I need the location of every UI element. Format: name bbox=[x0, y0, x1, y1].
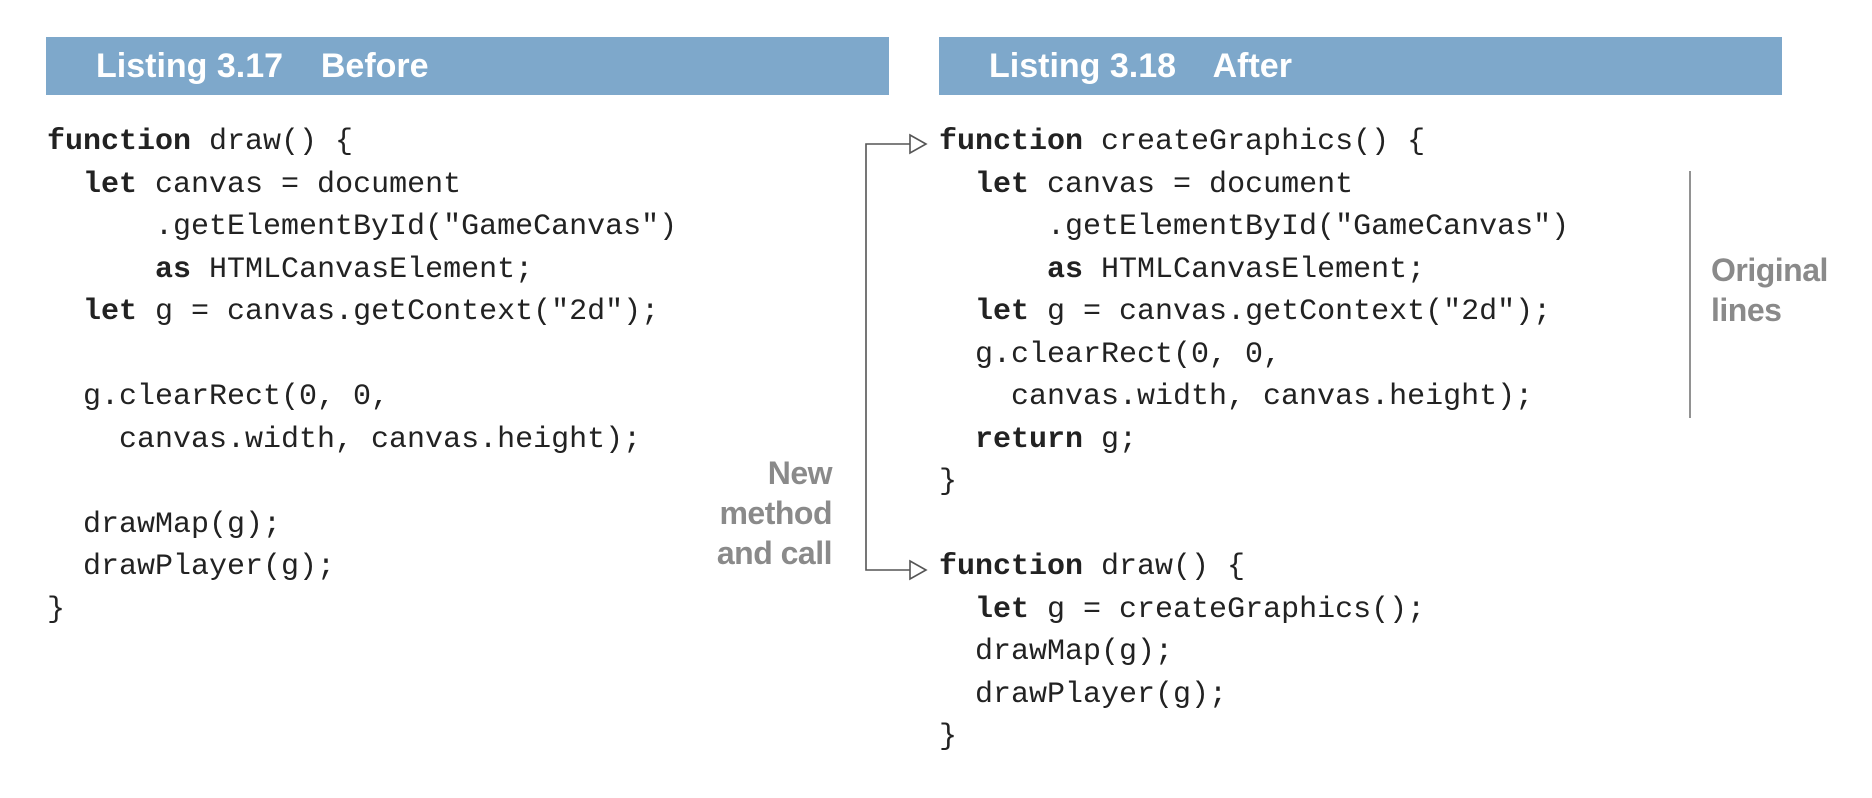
arrowhead-to-create-graphics-icon bbox=[909, 133, 928, 155]
original-lines-note: Original lines bbox=[1711, 250, 1828, 330]
annotation-connectors bbox=[865, 133, 1691, 581]
note-line: method bbox=[719, 495, 832, 531]
note-line: New bbox=[767, 455, 833, 491]
note-line: lines bbox=[1711, 292, 1782, 328]
note-line: Original bbox=[1711, 252, 1828, 288]
new-method-and-call-note: New method and call bbox=[680, 453, 833, 573]
note-line: and call bbox=[716, 535, 833, 571]
arrowhead-to-draw-icon bbox=[909, 559, 928, 581]
new-method-bracket-line bbox=[865, 143, 910, 571]
